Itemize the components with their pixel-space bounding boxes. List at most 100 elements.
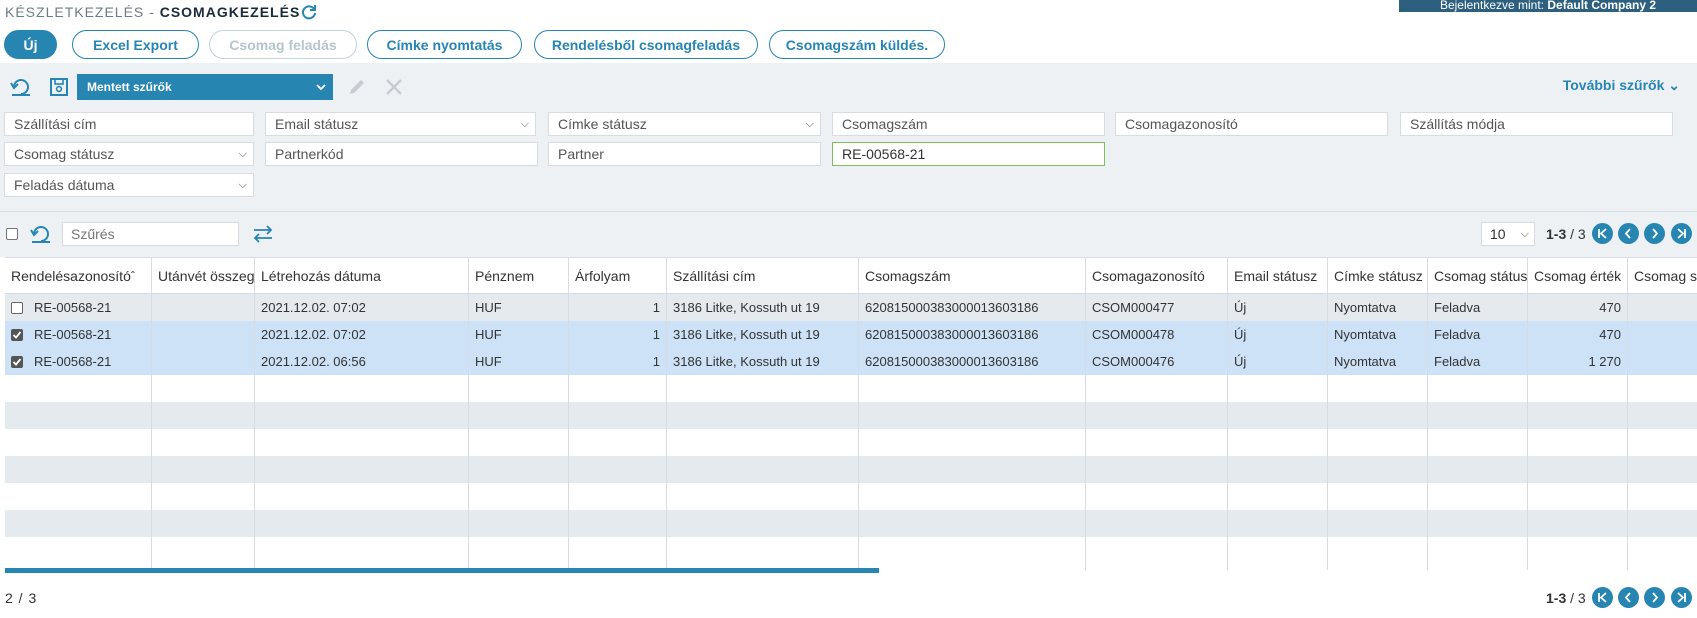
- partner-code-filter[interactable]: Partnerkód: [265, 142, 538, 166]
- package-id-cell: CSOM000478: [1086, 321, 1228, 348]
- address-cell: 3186 Litke, Kossuth ut 19: [667, 294, 859, 321]
- package-number-cell: 62081500038300001360318​6: [859, 294, 1086, 321]
- label-status-filter[interactable]: Címke státusz ⌵: [548, 112, 821, 136]
- shipping-address-filter[interactable]: Szállítási cím: [4, 112, 254, 136]
- last-page-icon[interactable]: [1671, 223, 1692, 244]
- row-checkbox[interactable]: [11, 355, 23, 368]
- created-cell: 2021.12.02. 07:02: [255, 294, 469, 321]
- empty-row: [5, 510, 1697, 537]
- package-value-cell: 1 270: [1528, 348, 1628, 375]
- more-filters-label: További szűrők: [1562, 77, 1665, 93]
- column-header[interactable]: Csomag súly: [1628, 258, 1697, 293]
- package-number-filter[interactable]: Csomagszám: [832, 112, 1105, 136]
- package-status-filter[interactable]: Csomag státusz ⌵: [4, 142, 254, 166]
- column-header[interactable]: Létrehozás dátuma: [255, 258, 469, 293]
- page-size-value: 10: [1490, 226, 1506, 242]
- chevron-down-icon: ⌵: [238, 148, 247, 160]
- column-header[interactable]: Rendelésazonosító ˆ: [5, 258, 152, 293]
- column-header[interactable]: Csomagszám: [859, 258, 1086, 293]
- row-checkbox[interactable]: [11, 328, 23, 341]
- empty-row: [5, 375, 1697, 402]
- reset-grid-icon[interactable]: [30, 223, 52, 245]
- order-id-filter[interactable]: RE-00568-21: [832, 142, 1105, 166]
- pager-info-top: 1-3 / 3: [1546, 226, 1586, 242]
- shipping-method-filter[interactable]: Szállítás módja: [1400, 112, 1673, 136]
- email-status-cell: Új: [1228, 294, 1328, 321]
- label-status-cell: Nyomtatva: [1328, 348, 1428, 375]
- table-row[interactable]: RE-00568-21 2021.12.02. 07:02 HUF 1 3186…: [5, 321, 1697, 348]
- packages-table: Rendelésazonosító ˆ Utánvét összeg Létreh…: [5, 257, 1697, 570]
- page-size-select[interactable]: 10 ⌵: [1481, 222, 1535, 246]
- partner-filter[interactable]: Partner: [548, 142, 821, 166]
- email-status-label: Email státusz: [275, 116, 359, 132]
- breadcrumb: KÉSZLETKEZELÉS - CSOMAGKEZELÉS: [5, 4, 300, 20]
- saved-filters-select[interactable]: Mentett szűrők: [77, 74, 333, 100]
- order-id-cell: RE-00568-21: [34, 327, 112, 342]
- column-header[interactable]: Csomag érték: [1528, 258, 1628, 293]
- pager-total: / 3: [1570, 590, 1586, 606]
- reset-filters-icon[interactable]: [10, 76, 32, 98]
- package-value-cell: 470: [1528, 294, 1628, 321]
- column-label: Rendelésazonosító: [11, 267, 131, 284]
- next-page-icon[interactable]: [1644, 223, 1665, 244]
- label-status-cell: Nyomtatva: [1328, 294, 1428, 321]
- row-checkbox[interactable]: [11, 301, 23, 314]
- empty-row: [5, 402, 1697, 429]
- chevron-down-icon: ⌵: [805, 118, 814, 130]
- label-print-button[interactable]: Címke nyomtatás: [367, 30, 522, 59]
- order-package-button[interactable]: Rendelésből csomagfeladás: [534, 30, 758, 59]
- horizontal-scrollbar[interactable]: [5, 568, 879, 573]
- created-cell: 2021.12.02. 07:02: [255, 321, 469, 348]
- first-page-icon[interactable]: [1592, 223, 1613, 244]
- page-title: CSOMAGKEZELÉS: [159, 4, 301, 20]
- select-all-checkbox[interactable]: [6, 228, 18, 240]
- email-status-cell: Új: [1228, 321, 1328, 348]
- package-status-cell: Feladva: [1428, 348, 1528, 375]
- column-header[interactable]: Email státusz: [1228, 258, 1328, 293]
- saved-filters-label: Mentett szűrők: [87, 80, 172, 94]
- prev-page-icon[interactable]: [1618, 223, 1639, 244]
- cod-cell: [152, 348, 255, 375]
- column-header[interactable]: Pénznem: [469, 258, 569, 293]
- swap-icon[interactable]: [252, 223, 274, 245]
- column-header[interactable]: Szállítási cím: [667, 258, 859, 293]
- pager-total: / 3: [1570, 226, 1586, 242]
- order-id-cell: RE-00568-21: [34, 354, 112, 369]
- column-header[interactable]: Csomagazonosító: [1086, 258, 1228, 293]
- pager-range: 1-3: [1546, 590, 1567, 606]
- package-weight-cell: [1628, 348, 1697, 375]
- empty-row: [5, 429, 1697, 456]
- email-status-filter[interactable]: Email státusz ⌵: [265, 112, 536, 136]
- column-header[interactable]: Címke státusz: [1328, 258, 1428, 293]
- column-header[interactable]: Árfolyam: [569, 258, 667, 293]
- column-header[interactable]: Utánvét összeg: [152, 258, 255, 293]
- package-status-cell: Feladva: [1428, 321, 1528, 348]
- chevron-down-icon: ⌵: [1520, 228, 1529, 240]
- new-button[interactable]: Új: [4, 30, 57, 59]
- next-page-icon[interactable]: [1644, 587, 1665, 608]
- table-row[interactable]: RE-00568-21 2021.12.02. 07:02 HUF 1 3186…: [5, 294, 1697, 321]
- pager-info-bottom: 1-3 / 3: [1546, 590, 1586, 606]
- send-date-filter[interactable]: Feladás dátuma ⌵: [4, 173, 254, 197]
- delete-filter-icon: [383, 76, 405, 98]
- rate-cell: 1: [569, 348, 667, 375]
- currency-cell: HUF: [469, 321, 569, 348]
- chevron-down-icon: ⌵: [520, 118, 529, 130]
- first-page-icon[interactable]: [1592, 587, 1613, 608]
- table-row[interactable]: RE-00568-21 2021.12.02. 06:56 HUF 1 3186…: [5, 348, 1697, 375]
- excel-export-button[interactable]: Excel Export: [72, 30, 199, 59]
- package-weight-cell: [1628, 294, 1697, 321]
- empty-row: [5, 456, 1697, 483]
- tracking-send-button[interactable]: Csomagszám küldés.: [769, 30, 945, 59]
- column-header[interactable]: Csomag státusz: [1428, 258, 1528, 293]
- refresh-icon[interactable]: [300, 3, 318, 21]
- package-status-cell: Feladva: [1428, 294, 1528, 321]
- last-page-icon[interactable]: [1671, 587, 1692, 608]
- package-number-cell: 62081500038300001360318​6: [859, 348, 1086, 375]
- package-id-filter[interactable]: Csomagazonosító: [1115, 112, 1388, 136]
- grid-search-input[interactable]: Szűrés: [62, 222, 239, 246]
- prev-page-icon[interactable]: [1618, 587, 1639, 608]
- more-filters-toggle[interactable]: További szűrők ⌄: [1563, 77, 1680, 94]
- breadcrumb-parent[interactable]: KÉSZLETKEZELÉS -: [5, 4, 155, 20]
- save-filter-icon[interactable]: [48, 76, 70, 98]
